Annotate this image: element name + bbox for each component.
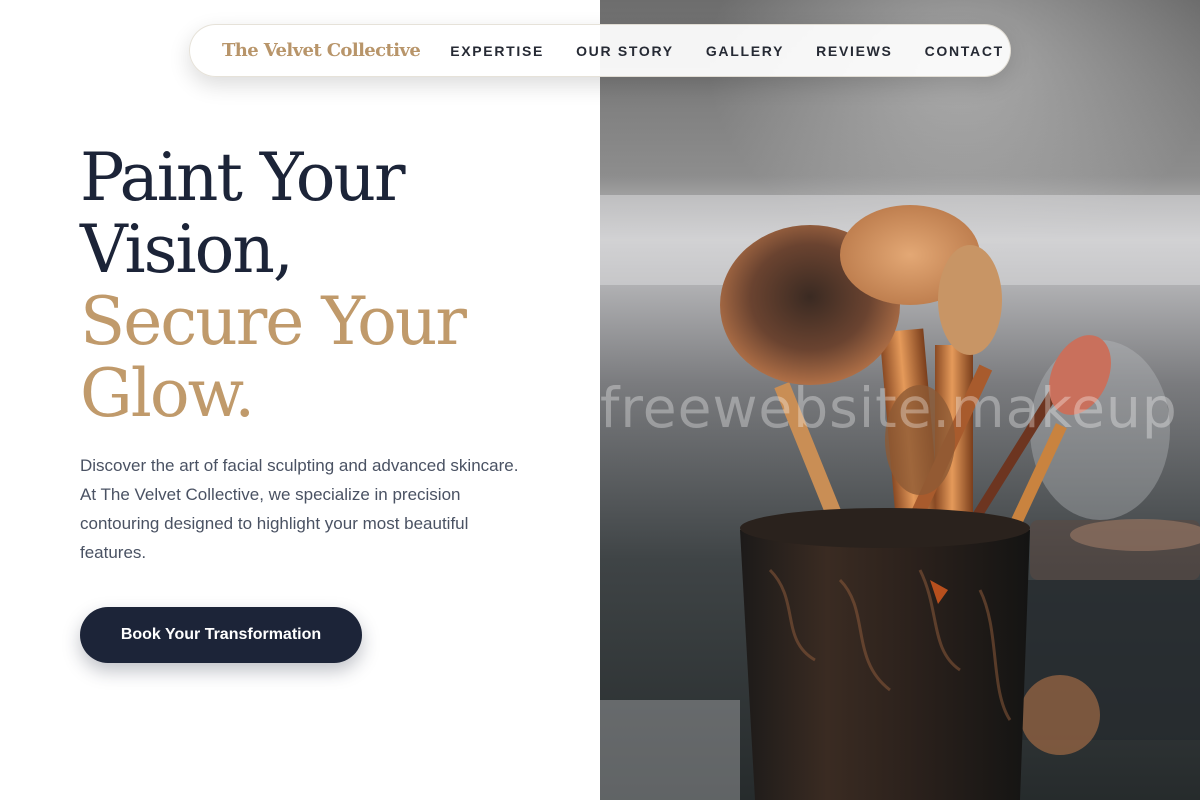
- nav-link-expertise[interactable]: EXPERTISE: [450, 43, 544, 59]
- nav-link-reviews[interactable]: REVIEWS: [816, 43, 892, 59]
- headline-line-2: Vision,: [80, 211, 294, 288]
- watermark-text: freewebsite.makeup: [600, 376, 1178, 440]
- hero-headline: Paint Your Vision, Secure Your Glow.: [80, 139, 467, 432]
- book-transformation-button[interactable]: Book Your Transformation: [80, 607, 362, 663]
- hero-description: Discover the art of facial sculpting and…: [80, 456, 519, 562]
- headline-line-1: Paint Your: [80, 139, 406, 216]
- top-navigation-bar: The Velvet Collective EXPERTISE OUR STOR…: [189, 24, 1011, 77]
- hero-image-makeup-brushes: freewebsite.makeup: [600, 0, 1200, 800]
- nav-links: EXPERTISE OUR STORY GALLERY REVIEWS CONT…: [450, 43, 1004, 59]
- brand-logo-link[interactable]: The Velvet Collective: [222, 40, 421, 61]
- nav-link-gallery[interactable]: GALLERY: [706, 43, 784, 59]
- nav-link-our-story[interactable]: OUR STORY: [576, 43, 674, 59]
- headline-line-3: Secure Your: [80, 283, 467, 360]
- nav-link-contact[interactable]: CONTACT: [925, 43, 1004, 59]
- headline-line-4: Glow.: [80, 355, 255, 432]
